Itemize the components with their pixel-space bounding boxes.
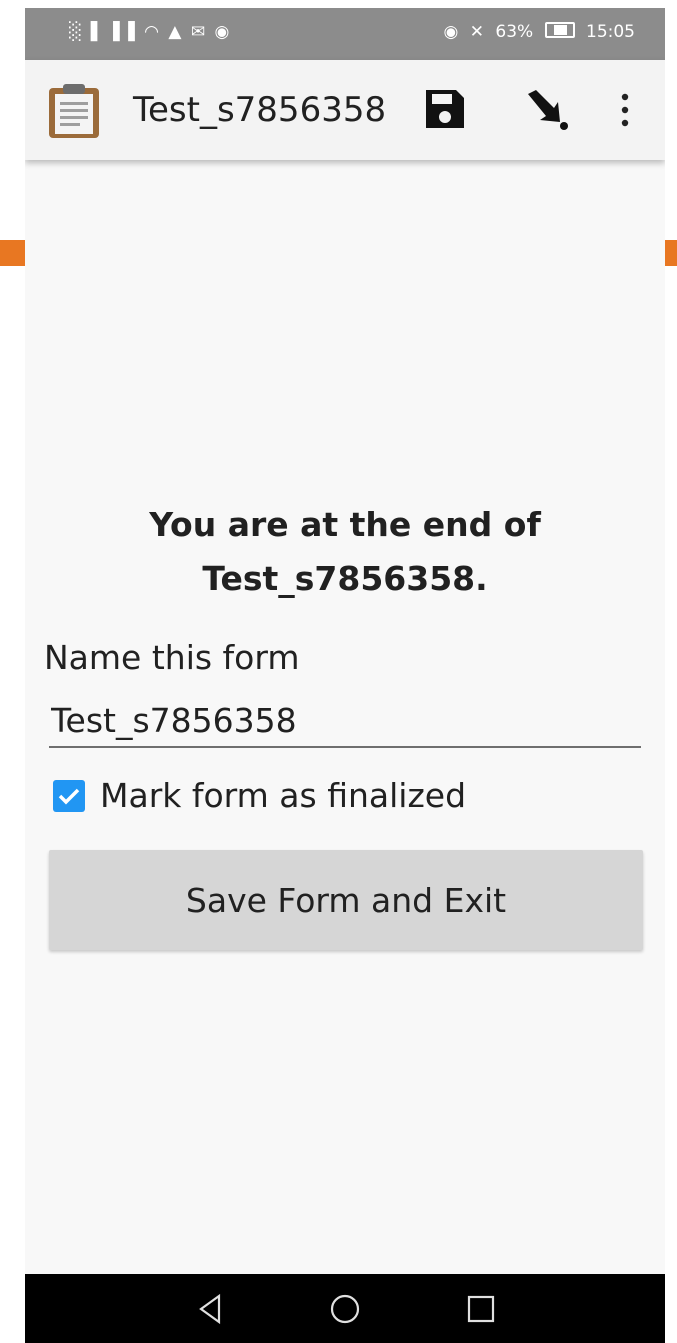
end-of-form-message: You are at the end of Test_s7856358. bbox=[25, 498, 665, 606]
clipboard-icon bbox=[49, 84, 99, 138]
finalize-label: Mark form as finalized bbox=[100, 776, 467, 815]
app-bar: Test_s7856358 bbox=[25, 60, 665, 160]
back-icon[interactable] bbox=[193, 1291, 229, 1327]
save-icon[interactable] bbox=[422, 86, 468, 132]
status-bar: ░▐ ▐▐ ◠ ▲ ✉ ◉ ◉ ✕ 63% 15:05 bbox=[25, 8, 665, 60]
app-title: Test_s7856358 bbox=[133, 90, 387, 130]
navigation-bar bbox=[25, 1274, 665, 1343]
form-name-input[interactable] bbox=[49, 698, 641, 748]
home-icon[interactable] bbox=[327, 1291, 363, 1327]
checkmark-icon bbox=[58, 788, 80, 805]
end-message-line1: You are at the end of bbox=[149, 505, 541, 544]
bell-off-icon: ✕ bbox=[469, 22, 484, 42]
save-form-and-exit-button[interactable]: Save Form and Exit bbox=[49, 850, 643, 950]
phone-screen: ░▐ ▐▐ ◠ ▲ ✉ ◉ ◉ ✕ 63% 15:05 Test_s785635… bbox=[25, 8, 665, 1343]
battery-icon bbox=[544, 22, 575, 38]
notification-icons: ░▐ ▐▐ ◠ ▲ ✉ ◉ bbox=[69, 22, 232, 42]
overflow-menu-icon[interactable] bbox=[615, 92, 635, 128]
orange-marker-left bbox=[0, 240, 25, 266]
name-form-label: Name this form bbox=[44, 638, 300, 677]
recent-apps-icon[interactable] bbox=[463, 1291, 499, 1327]
battery-percent: 63% bbox=[495, 22, 534, 42]
eye-icon: ◉ bbox=[443, 22, 459, 42]
finalize-checkbox[interactable] bbox=[53, 780, 85, 812]
clock: 15:05 bbox=[586, 22, 635, 42]
jump-icon[interactable] bbox=[522, 86, 572, 132]
battery-fill bbox=[553, 25, 568, 35]
status-right: ◉ ✕ 63% 15:05 bbox=[437, 22, 635, 42]
orange-marker-right bbox=[665, 240, 677, 266]
end-message-line2: Test_s7856358. bbox=[202, 559, 488, 598]
